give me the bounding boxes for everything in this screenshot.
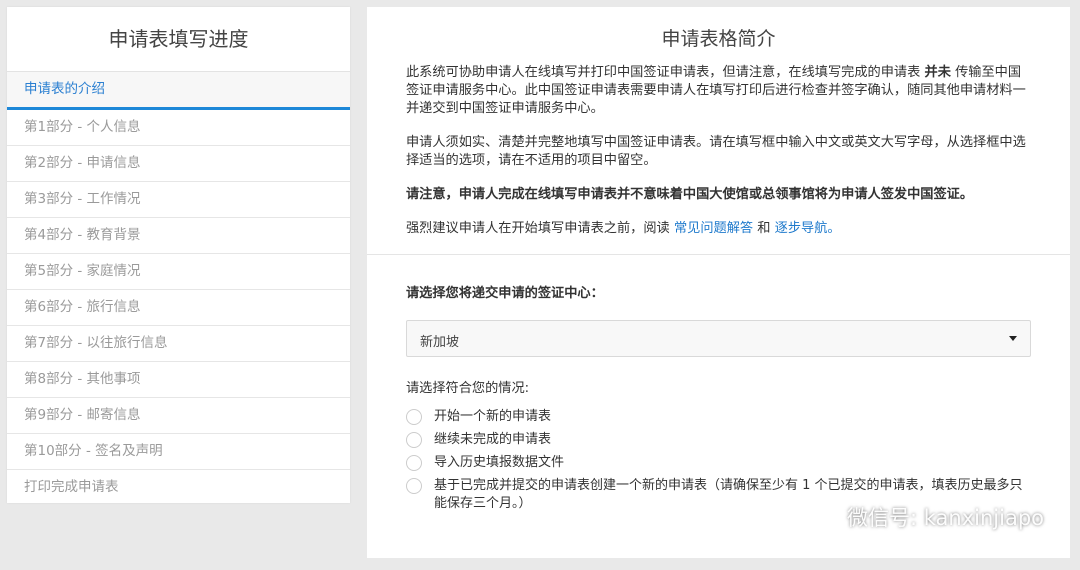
situation-options: 开始一个新的申请表 继续未完成的申请表 导入历史填报数据文件 基于已完成并提交的… bbox=[406, 408, 1031, 513]
sidebar-item-part1[interactable]: 第1部分 - 个人信息 bbox=[7, 110, 350, 146]
sidebar-item-part8[interactable]: 第8部分 - 其他事项 bbox=[7, 362, 350, 398]
caret-down-icon bbox=[1009, 336, 1017, 341]
sidebar-item-part9[interactable]: 第9部分 - 邮寄信息 bbox=[7, 398, 350, 434]
radio-button[interactable] bbox=[406, 478, 422, 494]
progress-sidebar: 申请表填写进度 申请表的介绍 第1部分 - 个人信息 第2部分 - 申请信息 第… bbox=[7, 7, 350, 503]
sidebar-item-part3[interactable]: 第3部分 - 工作情况 bbox=[7, 182, 350, 218]
intro-paragraph-1: 此系统可协助申请人在线填写并打印中国签证申请表，但请注意，在线填写完成的申请表 … bbox=[406, 65, 1026, 116]
form-section: 请选择您将递交申请的签证中心： 新加坡 请选择符合您的情况: 开始一个新的申请表… bbox=[367, 282, 1070, 513]
radio-button[interactable] bbox=[406, 432, 422, 448]
sidebar-item-part2[interactable]: 第2部分 - 申请信息 bbox=[7, 146, 350, 182]
main-panel: 申请表格简介 此系统可协助申请人在线填写并打印中国签证申请表，但请注意，在线填写… bbox=[367, 7, 1070, 558]
visa-center-selected-value: 新加坡 bbox=[420, 335, 460, 350]
sidebar-item-print[interactable]: 打印完成申请表 bbox=[7, 470, 350, 505]
radio-button[interactable] bbox=[406, 409, 422, 425]
sidebar-item-part10[interactable]: 第10部分 - 签名及声明 bbox=[7, 434, 350, 470]
divider bbox=[367, 254, 1070, 255]
intro-paragraph-3: 请注意，申请人完成在线填写申请表并不意味着中国大使馆或总领事馆将为申请人签发中国… bbox=[406, 187, 974, 202]
sidebar-item-intro[interactable]: 申请表的介绍 bbox=[7, 72, 350, 110]
page-title: 申请表格简介 bbox=[661, 28, 776, 50]
situation-label: 请选择符合您的情况: bbox=[406, 381, 530, 396]
wechat-watermark: 微信号: kanxinjiapo bbox=[817, 502, 1044, 532]
watermark-text: 微信号: kanxinjiapo bbox=[846, 506, 1044, 530]
option-new-application[interactable]: 开始一个新的申请表 bbox=[406, 408, 1031, 426]
step-guide-link[interactable]: 逐步导航。 bbox=[775, 221, 841, 236]
sidebar-item-part6[interactable]: 第6部分 - 旅行信息 bbox=[7, 290, 350, 326]
wechat-icon bbox=[817, 507, 841, 526]
intro-paragraph-4: 强烈建议申请人在开始填写申请表之前，阅读 常见问题解答 和 逐步导航。 bbox=[406, 221, 841, 236]
intro-text: 此系统可协助申请人在线填写并打印中国签证申请表，但请注意，在线填写完成的申请表 … bbox=[367, 64, 1070, 238]
option-continue-application[interactable]: 继续未完成的申请表 bbox=[406, 431, 1031, 449]
intro-paragraph-2: 申请人须如实、清楚并完整地填写中国签证申请表。请在填写框中输入中文或英文大写字母… bbox=[406, 135, 1026, 168]
sidebar-item-part5[interactable]: 第5部分 - 家庭情况 bbox=[7, 254, 350, 290]
radio-button[interactable] bbox=[406, 455, 422, 471]
sidebar-item-part4[interactable]: 第4部分 - 教育背景 bbox=[7, 218, 350, 254]
visa-center-label: 请选择您将递交申请的签证中心： bbox=[406, 286, 604, 301]
faq-link[interactable]: 常见问题解答 bbox=[674, 221, 753, 236]
visa-center-select[interactable]: 新加坡 bbox=[406, 320, 1031, 357]
sidebar-title: 申请表填写进度 bbox=[7, 7, 350, 72]
option-import-history[interactable]: 导入历史填报数据文件 bbox=[406, 454, 1031, 472]
sidebar-item-part7[interactable]: 第7部分 - 以往旅行信息 bbox=[7, 326, 350, 362]
